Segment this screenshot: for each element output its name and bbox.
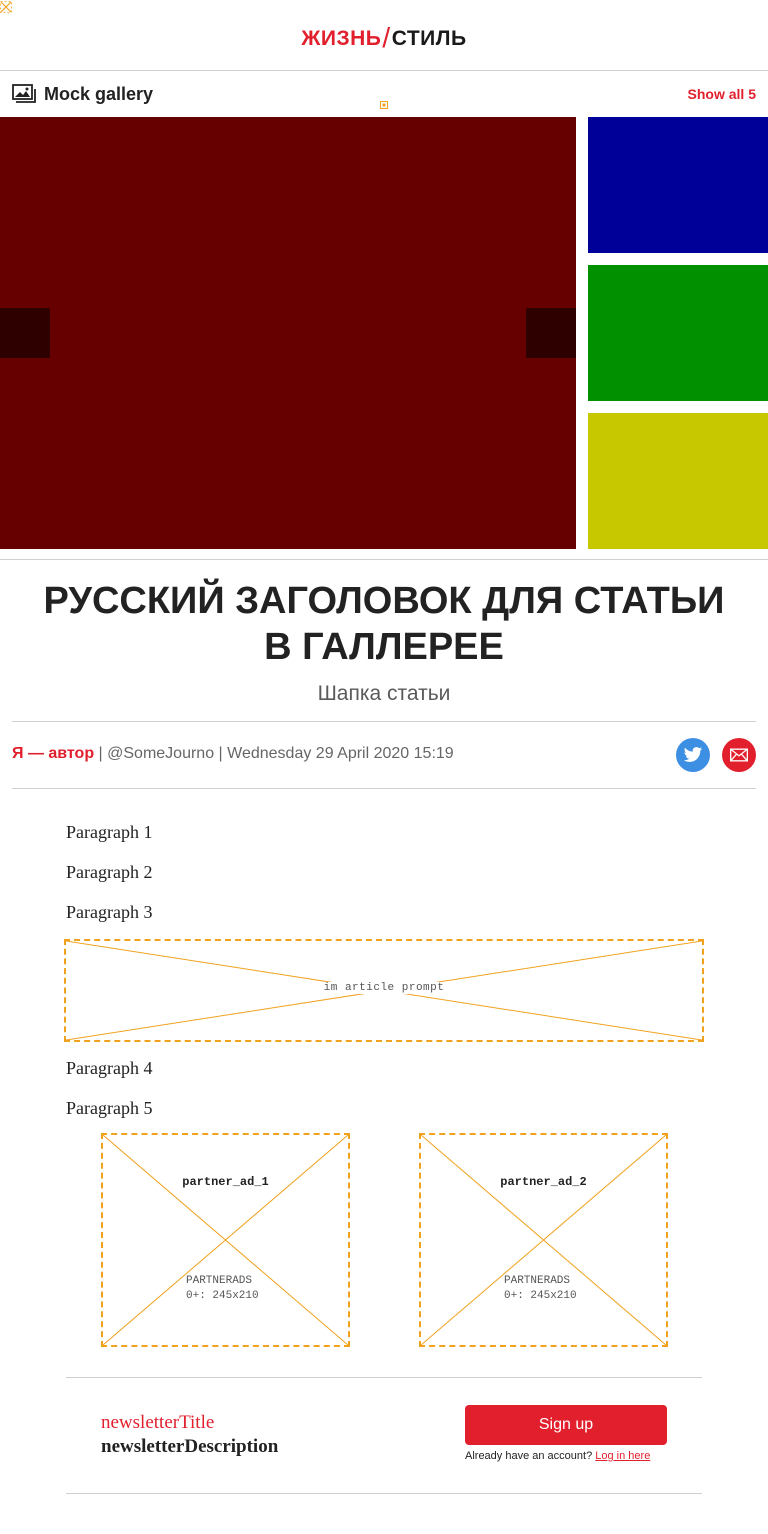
prompt-placeholder-label: im article prompt — [321, 982, 447, 994]
brand-left: ЖИЗНЬ — [301, 27, 382, 50]
gallery-thumbnail[interactable] — [588, 117, 768, 253]
login-link[interactable]: Log in here — [595, 1450, 650, 1462]
placeholder-marker-icon — [380, 96, 388, 109]
corner-cross-icon — [0, 0, 12, 13]
partner-ad-placeholder — [419, 1133, 668, 1347]
brand-slash: / — [382, 22, 391, 53]
site-logo[interactable]: ЖИЗНЬ/СТИЛЬ — [0, 20, 768, 53]
mail-icon — [730, 748, 748, 762]
byline-details: | @SomeJourno | Wednesday 29 April 2020 … — [94, 745, 454, 762]
newsletter-description: newsletterDescription — [101, 1436, 279, 1457]
article-paragraph: Paragraph 4 — [66, 1058, 153, 1078]
partner-ad-name: partner_ad_1 — [180, 1175, 271, 1189]
gallery-icon — [12, 84, 36, 104]
meta-divider-bottom — [12, 788, 756, 789]
meta-divider-top — [12, 721, 756, 722]
brand-right: СТИЛЬ — [391, 27, 467, 50]
gallery-next-button[interactable] — [526, 308, 576, 358]
login-prompt: Already have an account? Log in here — [465, 1450, 651, 1462]
twitter-icon — [683, 747, 703, 762]
header-divider — [0, 70, 768, 71]
newsletter-title: newsletterTitle — [101, 1412, 215, 1433]
article-paragraph: Paragraph 1 — [66, 822, 153, 842]
gallery-main-image[interactable] — [0, 117, 576, 549]
partner-ad-placeholder — [101, 1133, 350, 1347]
partner-ad-info: PARTNERADS 0+: 245x210 — [504, 1275, 577, 1302]
gallery-divider — [0, 559, 768, 560]
article-headline: РУССКИЙ ЗАГОЛОВОК ДЛЯ СТАТЬИ В ГАЛЛЕРЕЕ — [43, 580, 725, 668]
article-paragraph: Paragraph 3 — [66, 902, 153, 922]
newsletter-divider-bottom — [66, 1493, 702, 1494]
email-share-button[interactable] — [722, 738, 756, 772]
author-link[interactable]: Я — автор — [12, 745, 94, 762]
signup-button[interactable]: Sign up — [465, 1405, 667, 1445]
newsletter-divider-top — [66, 1377, 702, 1378]
article-paragraph: Paragraph 2 — [66, 862, 153, 882]
gallery-thumbnail[interactable] — [588, 265, 768, 401]
partner-ad-name: partner_ad_2 — [498, 1175, 589, 1189]
partner-ad-info: PARTNERADS 0+: 245x210 — [186, 1275, 259, 1302]
article-paragraph: Paragraph 5 — [66, 1098, 153, 1118]
gallery-thumbnail[interactable] — [588, 413, 768, 549]
twitter-share-button[interactable] — [676, 738, 710, 772]
article-standfirst: Шапка статьи — [317, 682, 451, 705]
show-all-link[interactable]: Show all 5 — [688, 86, 756, 102]
article-byline: Я — автор | @SomeJourno | Wednesday 29 A… — [12, 745, 454, 763]
gallery-title: Mock gallery — [44, 84, 154, 104]
gallery-prev-button[interactable] — [0, 308, 50, 358]
